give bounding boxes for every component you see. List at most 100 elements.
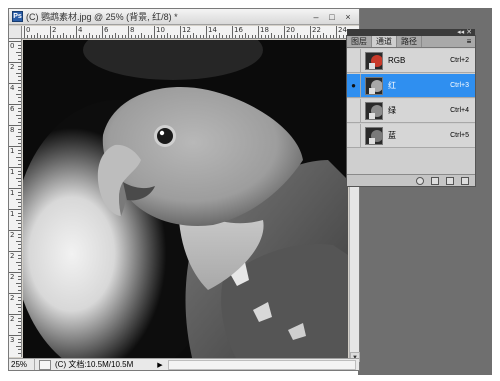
visibility-toggle[interactable] (347, 48, 361, 73)
eye-icon[interactable]: ● (347, 73, 361, 98)
panel-menu-icon[interactable]: ≡ (463, 36, 475, 47)
channel-row-blue[interactable]: 蓝 Ctrl+5 (347, 123, 475, 148)
ruler-tick (9, 62, 21, 63)
minimize-button[interactable]: – (311, 12, 321, 22)
zoom-level-field[interactable]: 25% (9, 359, 35, 370)
ruler-tick (24, 26, 25, 38)
visibility-toggle[interactable] (347, 123, 361, 148)
ruler-tick (18, 153, 21, 154)
ruler-tick (18, 170, 21, 172)
ruler-tick (18, 321, 21, 322)
panel-collapse-bar[interactable]: ◂◂ ✕ (347, 29, 475, 36)
tab-channels[interactable]: 通道 (372, 36, 397, 47)
ruler-tick (66, 35, 68, 38)
ruler-tick (33, 35, 35, 38)
ruler-tick (18, 111, 21, 112)
document-titlebar[interactable]: Ps (C) 鹦鹉素材.jpg @ 25% (背景, 红/8) * – □ × (9, 9, 359, 25)
horizontal-ruler[interactable]: 0 2 4 6 8 10 12 14 16 18 20 22 24 (22, 26, 359, 39)
ruler-tick (167, 33, 168, 38)
ruler-tick (18, 286, 21, 287)
ruler-tick (16, 219, 21, 221)
save-selection-icon[interactable] (431, 176, 439, 185)
ruler-tick (186, 35, 188, 38)
status-info-icon[interactable] (39, 359, 51, 370)
ruler-label: 4 (78, 26, 83, 34)
ruler-tick (18, 79, 21, 81)
ruler-tick (18, 184, 21, 186)
ruler-tick (16, 135, 21, 137)
ruler-tick (56, 35, 58, 38)
channel-row-green[interactable]: 绿 Ctrl+4 (347, 98, 475, 123)
document-window: Ps (C) 鹦鹉素材.jpg @ 25% (背景, 红/8) * – □ × … (8, 8, 360, 371)
ruler-tick (18, 233, 21, 235)
ruler-tick (254, 35, 256, 38)
status-bar: 25% (C) 文档:10.5M/10.5M ▶ (9, 358, 359, 370)
ruler-tick (160, 35, 162, 38)
ruler-tick (267, 35, 269, 38)
ruler-tick (18, 69, 21, 70)
ruler-label: 1 (10, 147, 15, 155)
visibility-toggle[interactable] (347, 98, 361, 123)
ruler-origin[interactable] (9, 26, 22, 39)
ruler-tick (209, 35, 211, 38)
channel-name: 绿 (388, 106, 396, 115)
tab-layers[interactable]: 图层 (347, 36, 372, 47)
ruler-label: 8 (130, 26, 135, 34)
ruler-tick (18, 139, 21, 140)
ruler-tick (303, 35, 305, 38)
ruler-label: 18 (260, 26, 269, 34)
ruler-label: 20 (286, 26, 295, 34)
ruler-tick (16, 324, 21, 326)
ruler-tick (293, 35, 295, 38)
vertical-ruler[interactable]: 0 2 4 6 8 1 1 1 1 2 2 2 2 2 3 (9, 39, 22, 357)
ruler-tick (128, 26, 129, 38)
restore-button[interactable]: □ (327, 12, 337, 22)
ruler-tick (18, 254, 21, 256)
ruler-tick (18, 289, 21, 291)
channel-thumbnail (365, 51, 383, 70)
ruler-tick (18, 160, 21, 161)
tab-paths[interactable]: 路径 (397, 36, 422, 47)
ruler-tick (310, 26, 311, 38)
ruler-tick (219, 33, 220, 38)
ruler-tick (18, 349, 21, 350)
ruler-tick (235, 35, 237, 38)
ruler-tick (115, 33, 116, 38)
ruler-tick (199, 35, 201, 38)
channel-row-red[interactable]: ● 红 Ctrl+3 (347, 73, 475, 98)
close-button[interactable]: × (343, 12, 353, 22)
horizontal-scrollbar[interactable] (168, 359, 356, 370)
channel-shortcut: Ctrl+5 (450, 132, 469, 139)
ruler-tick (332, 35, 334, 38)
ruler-tick (9, 314, 21, 315)
ruler-tick (16, 93, 21, 95)
channel-row-rgb[interactable]: RGB Ctrl+2 (347, 48, 475, 73)
ruler-tick (16, 261, 21, 263)
status-menu-arrow-icon[interactable]: ▶ (155, 361, 165, 369)
image-canvas[interactable] (23, 40, 348, 362)
ruler-label: 2 (10, 273, 15, 281)
ruler-tick (16, 177, 21, 179)
channel-thumbnail (365, 76, 383, 95)
ruler-tick (18, 244, 21, 245)
photoshop-icon: Ps (12, 11, 23, 22)
ruler-label: 12 (182, 26, 191, 34)
ruler-tick (18, 142, 21, 144)
ruler-tick (111, 35, 113, 38)
ruler-tick (16, 282, 21, 284)
ruler-tick (336, 26, 337, 38)
ruler-tick (37, 33, 38, 38)
ruler-tick (297, 33, 298, 38)
ruler-tick (222, 35, 224, 38)
ruler-tick (18, 48, 21, 49)
new-channel-icon[interactable] (446, 176, 454, 185)
ruler-tick (228, 35, 230, 38)
ruler-tick (18, 90, 21, 91)
ruler-tick (9, 125, 21, 126)
ruler-tick (18, 258, 21, 259)
delete-channel-icon[interactable] (461, 176, 469, 185)
ruler-tick (196, 35, 198, 38)
load-selection-icon[interactable] (416, 176, 424, 185)
ruler-tick (284, 26, 285, 38)
ruler-tick (147, 35, 149, 38)
